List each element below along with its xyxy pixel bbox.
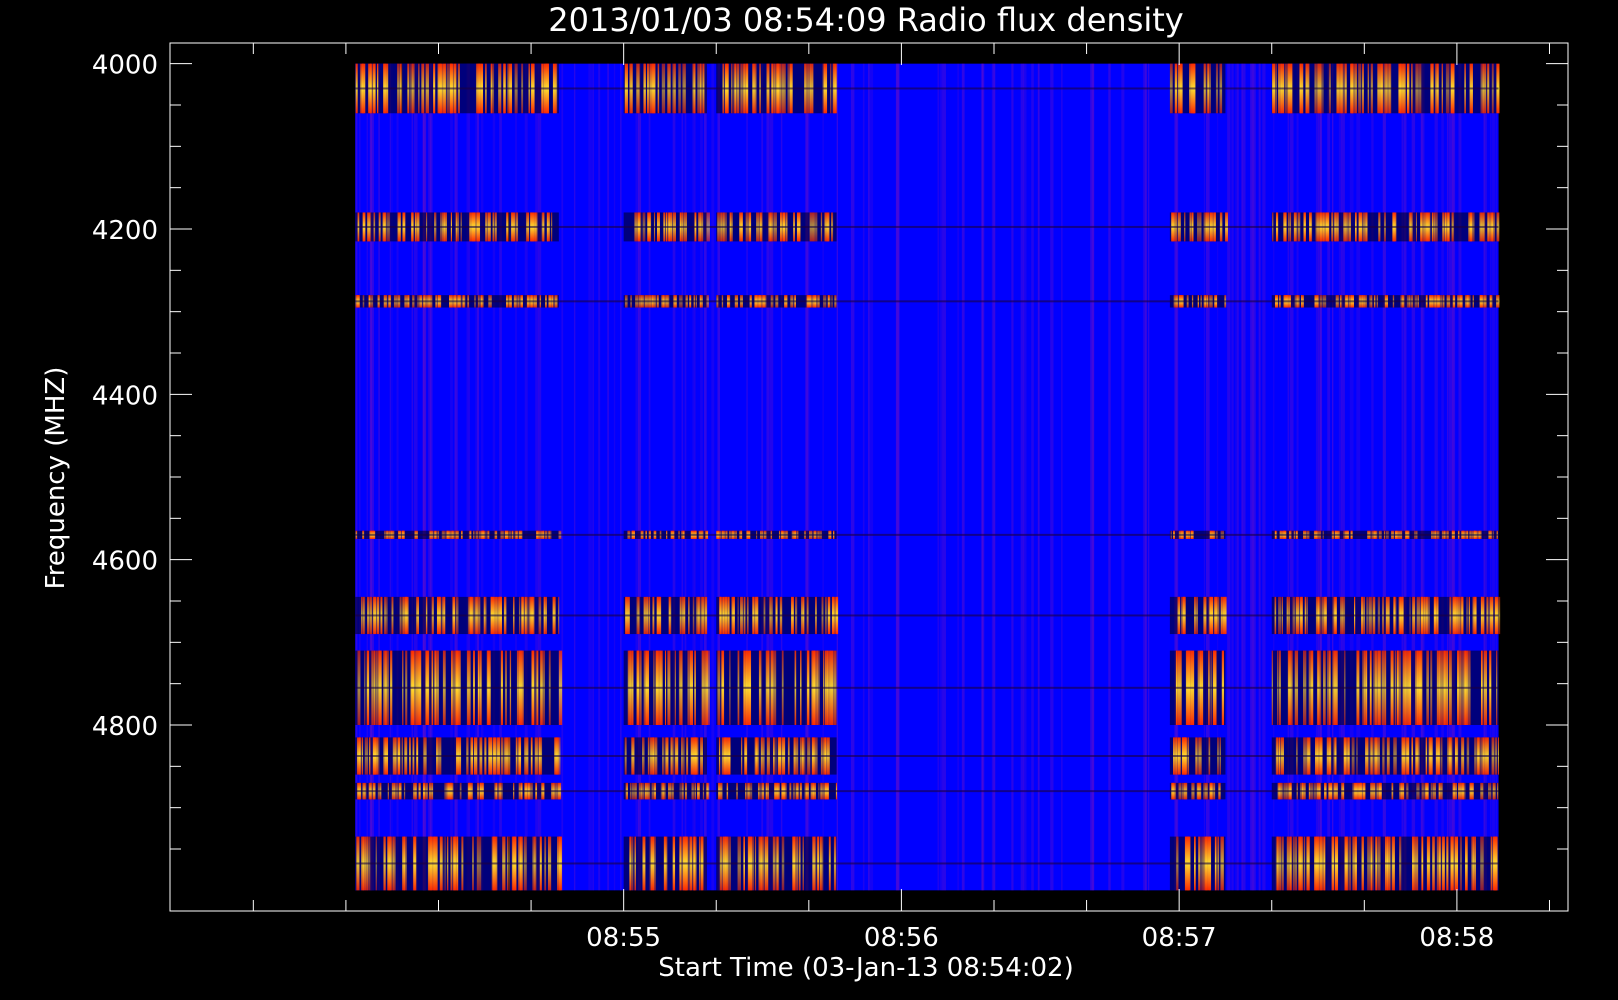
freq-line bbox=[355, 87, 1499, 90]
streak bbox=[1235, 63, 1240, 891]
freq-line bbox=[355, 225, 1499, 228]
streak bbox=[561, 63, 564, 891]
streak bbox=[1147, 63, 1150, 891]
y-tick-label: 4600 bbox=[92, 547, 158, 577]
streak bbox=[850, 63, 855, 891]
freq-line bbox=[355, 300, 1499, 303]
freq-line bbox=[355, 533, 1499, 536]
streak bbox=[1262, 63, 1266, 891]
chart-title: 2013/01/03 08:54:09 Radio flux density bbox=[548, 1, 1183, 39]
streak bbox=[573, 63, 576, 891]
streak bbox=[937, 63, 940, 891]
streak bbox=[895, 63, 900, 891]
x-tick-label: 08:57 bbox=[1142, 923, 1217, 953]
streak bbox=[1258, 63, 1261, 891]
spectrogram-chart: 2013/01/03 08:54:09 Radio flux density 4… bbox=[41, 1, 1569, 983]
freq-line bbox=[355, 686, 1499, 689]
streak bbox=[1011, 63, 1013, 891]
y-tick-label: 4200 bbox=[92, 216, 158, 246]
streak bbox=[1050, 63, 1054, 891]
y-tick-label: 4800 bbox=[92, 712, 158, 742]
streak bbox=[598, 63, 601, 891]
y-tick-label: 4000 bbox=[92, 51, 158, 81]
streak bbox=[1031, 63, 1034, 891]
streak bbox=[836, 63, 839, 891]
streak bbox=[1142, 63, 1147, 891]
x-axis-label: Start Time (03-Jan-13 08:54:02) bbox=[658, 953, 1073, 983]
streak bbox=[961, 63, 965, 891]
streak bbox=[1108, 63, 1111, 891]
freq-line bbox=[355, 755, 1499, 757]
streak bbox=[982, 63, 984, 891]
freq-line bbox=[355, 790, 1499, 793]
streak bbox=[711, 63, 715, 891]
y-tick-label: 4400 bbox=[92, 381, 158, 411]
streak bbox=[1252, 63, 1256, 891]
streak bbox=[940, 63, 942, 891]
streak bbox=[1231, 63, 1234, 891]
streak bbox=[1020, 63, 1025, 891]
streak bbox=[607, 63, 609, 891]
streak bbox=[1060, 63, 1063, 891]
spectrogram-heatmap bbox=[355, 63, 1501, 891]
streak bbox=[592, 63, 594, 891]
streak bbox=[942, 63, 946, 891]
streak bbox=[862, 63, 865, 891]
streak bbox=[991, 63, 996, 891]
x-tick-label: 08:56 bbox=[864, 923, 939, 953]
streak bbox=[1037, 63, 1040, 891]
streak bbox=[613, 63, 616, 891]
freq-line bbox=[355, 862, 1499, 865]
x-tick-label: 08:58 bbox=[1419, 923, 1494, 953]
streak bbox=[620, 63, 622, 891]
streak bbox=[957, 63, 959, 891]
streak bbox=[1227, 63, 1231, 891]
streak bbox=[1121, 63, 1125, 891]
y-axis-label: Frequency (MHZ) bbox=[41, 367, 71, 590]
freq-line bbox=[355, 614, 1499, 617]
streak bbox=[869, 63, 874, 891]
streak bbox=[1091, 63, 1095, 891]
streak bbox=[588, 63, 592, 891]
streak bbox=[1241, 63, 1246, 891]
x-tick-label: 08:55 bbox=[586, 923, 661, 953]
